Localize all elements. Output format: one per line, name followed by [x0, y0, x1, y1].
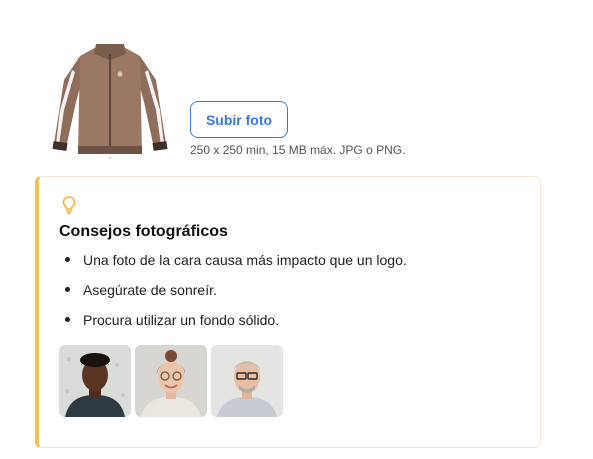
tip-text: Una foto de la cara causa más impacto qu…	[83, 252, 407, 268]
example-photos	[59, 345, 283, 417]
upload-photo-button[interactable]: Subir foto	[190, 101, 288, 138]
photo-upload-section: ▪▪ Subir foto 250 x 250 min, 15 MB máx. …	[50, 40, 570, 160]
lightbulb-icon	[62, 196, 76, 215]
bullet-icon	[65, 287, 70, 292]
tips-title: Consejos fotográficos	[59, 223, 228, 240]
bullet-icon	[65, 257, 70, 262]
tip-text: Procura utilizar un fondo sólido.	[83, 312, 280, 328]
tips-list: Una foto de la cara causa más impacto qu…	[59, 250, 407, 340]
tip-item: Asegúrate de sonreír.	[59, 280, 407, 310]
tip-item: Procura utilizar un fondo sólido.	[59, 310, 407, 340]
product-thumbnail: ▪▪	[52, 44, 168, 160]
upload-requirements-text: 250 x 250 min, 15 MB máx. JPG o PNG.	[190, 143, 406, 157]
svg-text:▪▪: ▪▪	[109, 155, 112, 160]
bullet-icon	[65, 317, 70, 322]
tip-text: Asegúrate de sonreír.	[83, 282, 217, 298]
example-photo-woman-glasses	[135, 345, 207, 417]
tip-item: Una foto de la cara causa más impacto qu…	[59, 250, 407, 280]
example-photo-man-glasses	[211, 345, 283, 417]
photo-tips-card: Consejos fotográficos Una foto de la car…	[35, 176, 541, 448]
example-photo-young-man	[59, 345, 131, 417]
